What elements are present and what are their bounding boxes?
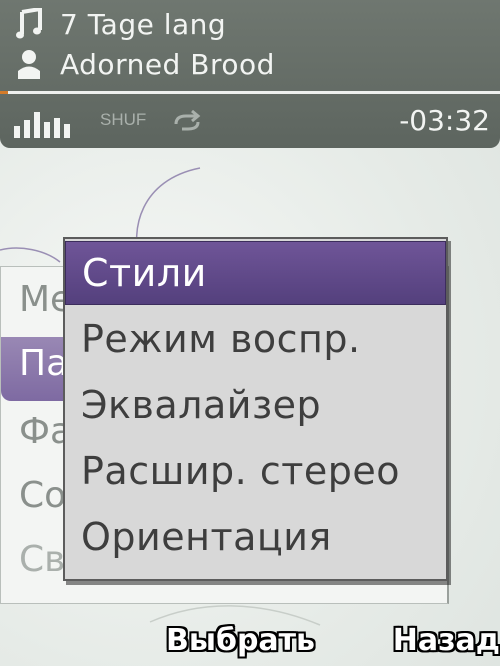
music-note-icon (14, 7, 44, 41)
list-item: Со (19, 475, 67, 516)
back-softkey[interactable]: Назад (393, 623, 500, 658)
artist-row: Adorned Brood (14, 44, 275, 84)
menu-item-label: Расшир. стерео (81, 449, 400, 493)
menu-item-playback-mode[interactable]: Режим воспр. (65, 307, 446, 371)
repeat-icon (174, 110, 201, 131)
select-softkey[interactable]: Выбрать (166, 623, 315, 658)
playback-status-row: SHUF -03:32 (14, 104, 490, 140)
menu-item-label: Ориентация (81, 515, 332, 559)
options-menu: Стили Режим воспр. Эквалайзер Расшир. ст… (63, 237, 448, 581)
shuffle-indicator: SHUF (100, 110, 147, 129)
person-icon (14, 47, 44, 81)
track-row: 7 Tage lang (14, 4, 226, 44)
menu-item-label: Режим воспр. (81, 317, 361, 361)
progress-fill (0, 91, 8, 94)
signal-bars-icon (14, 112, 70, 138)
list-item-highlighted: Па (19, 343, 69, 384)
menu-item-equalizer[interactable]: Эквалайзер (65, 373, 446, 437)
list-item: Св (19, 539, 66, 580)
artist-name: Adorned Brood (60, 47, 275, 81)
menu-item-orientation[interactable]: Ориентация (65, 505, 446, 569)
track-title: 7 Tage lang (60, 7, 227, 41)
menu-item-label: Стили (82, 251, 207, 295)
now-playing-panel: 7 Tage lang Adorned Brood SHUF -03:32 (0, 0, 500, 148)
time-remaining: -03:32 (399, 104, 490, 137)
progress-track (0, 91, 500, 94)
menu-item-styles[interactable]: Стили (65, 241, 446, 305)
menu-item-stereo-widening[interactable]: Расшир. стерео (65, 439, 446, 503)
menu-item-label: Эквалайзер (81, 383, 322, 427)
screen: 7 Tage lang Adorned Brood SHUF -03:32 Ме… (0, 0, 500, 666)
